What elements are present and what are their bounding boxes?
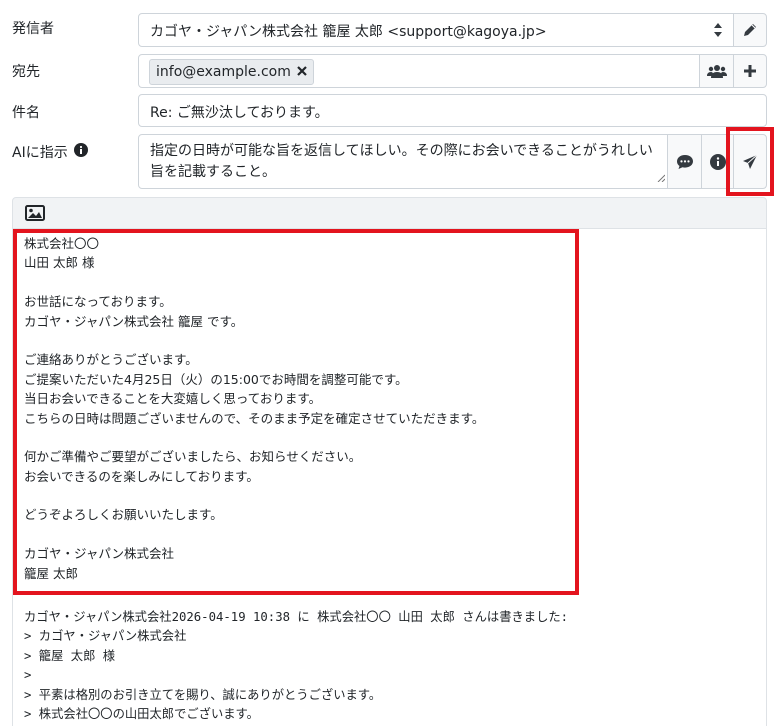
ai-instruction-textarea[interactable]: 指定の日時が可能な旨を返信してほしい。その際にお会いできることがうれしい旨を記載… <box>138 134 668 189</box>
quoted-original: カゴヤ・ジャパン株式会社2026-04-19 10:38 に 株式会社〇〇 山田… <box>24 608 568 724</box>
paper-plane-icon <box>742 154 758 170</box>
reply-line: ご連絡ありがとうございます。 <box>24 352 198 368</box>
reply-line: 株式会社〇〇 <box>24 236 100 251</box>
remove-recipient-icon[interactable] <box>297 64 307 80</box>
reply-line: 当日お会いできることを大変嬉しく思っております。 <box>24 391 322 407</box>
reply-line <box>24 273 484 292</box>
address-book-button[interactable] <box>699 54 734 88</box>
image-icon[interactable] <box>25 205 45 225</box>
editor-toolbar <box>12 197 767 229</box>
chat-button[interactable] <box>667 134 702 189</box>
recipient-chip: info@example.com <box>149 59 314 85</box>
subject-label: 件名 <box>12 105 40 121</box>
reply-line: お会いできるのを楽しみにしております。 <box>24 468 259 484</box>
reply-line <box>24 525 484 544</box>
recipient-chip-label: info@example.com <box>156 64 291 80</box>
info-circle-icon <box>709 153 726 170</box>
quote-line: > 籠屋 太郎 様 <box>24 648 116 663</box>
ai-instruction-text: 指定の日時が可能な旨を返信してほしい。その際にお会いできることがうれしい旨を記載… <box>150 143 653 180</box>
reply-line: ご提案いただいた4月25日（火）の15:00でお時間を調整可能です。 <box>24 371 408 387</box>
reply-line: 何かご準備やご要望がございましたら、お知らせください。 <box>24 449 362 465</box>
users-icon <box>706 64 727 78</box>
subject-input[interactable]: Re: ご無沙汰しております。 <box>138 94 767 127</box>
sender-label: 発信者 <box>12 21 54 37</box>
ai-label-wrap: AIに指示 <box>12 142 88 162</box>
sender-select[interactable]: カゴヤ・ジャパン株式会社 籠屋 太郎 <support@kagoya.jp> <box>138 13 734 47</box>
reply-line <box>24 331 484 350</box>
to-field[interactable]: info@example.com <box>138 54 700 88</box>
send-instruction-button[interactable] <box>733 134 767 189</box>
reply-line: カゴヤ・ジャパン株式会社 <box>24 546 175 562</box>
to-label: 宛先 <box>12 64 40 80</box>
resize-handle-icon[interactable] <box>657 170 666 186</box>
reply-line <box>24 486 484 505</box>
pencil-icon <box>742 22 758 38</box>
plus-icon <box>743 64 757 78</box>
info-icon[interactable] <box>73 143 88 161</box>
quote-line: > 平素は格別のお引き立てを賜り、誠にありがとうございます。 <box>24 687 382 702</box>
edit-sender-button[interactable] <box>733 13 767 47</box>
quote-line: > <box>24 668 32 683</box>
comment-dots-icon <box>676 154 694 170</box>
quote-line: > カゴヤ・ジャパン株式会社 <box>24 629 187 644</box>
generated-reply: 株式会社〇〇 山田 太郎 様お世話になっております。 カゴヤ・ジャパン株式会社 籠屋… <box>24 234 484 583</box>
add-recipient-button[interactable] <box>733 54 767 88</box>
reply-line: こちらの日時は問題ございませんので、そのまま予定を確定させていただきます。 <box>24 410 485 426</box>
editor-body[interactable]: 株式会社〇〇 山田 太郎 様お世話になっております。 カゴヤ・ジャパン株式会社 籠屋… <box>12 228 767 726</box>
reply-line <box>24 428 484 447</box>
subject-value: Re: ご無沙汰しております。 <box>150 105 329 121</box>
reply-line: カゴヤ・ジャパン株式会社 籠屋 です。 <box>24 313 244 329</box>
reply-line: お世話になっております。 <box>24 294 172 310</box>
info-button[interactable] <box>701 134 734 189</box>
quote-line: カゴヤ・ジャパン株式会社2026-04-19 10:38 に 株式会社〇〇 山田… <box>24 610 569 624</box>
reply-line: 籠屋 太郎 <box>24 565 78 581</box>
quote-line: > 株式会社〇〇の山田太郎でございます。 <box>24 706 259 721</box>
reply-line: 山田 太郎 様 <box>24 255 95 271</box>
ai-label: AIに指示 <box>12 145 68 161</box>
reply-line: どうぞよろしくお願いいたします。 <box>24 507 223 523</box>
sender-value: カゴヤ・ジャパン株式会社 籠屋 太郎 <support@kagoya.jp> <box>150 24 547 40</box>
select-arrows-icon <box>713 20 723 44</box>
